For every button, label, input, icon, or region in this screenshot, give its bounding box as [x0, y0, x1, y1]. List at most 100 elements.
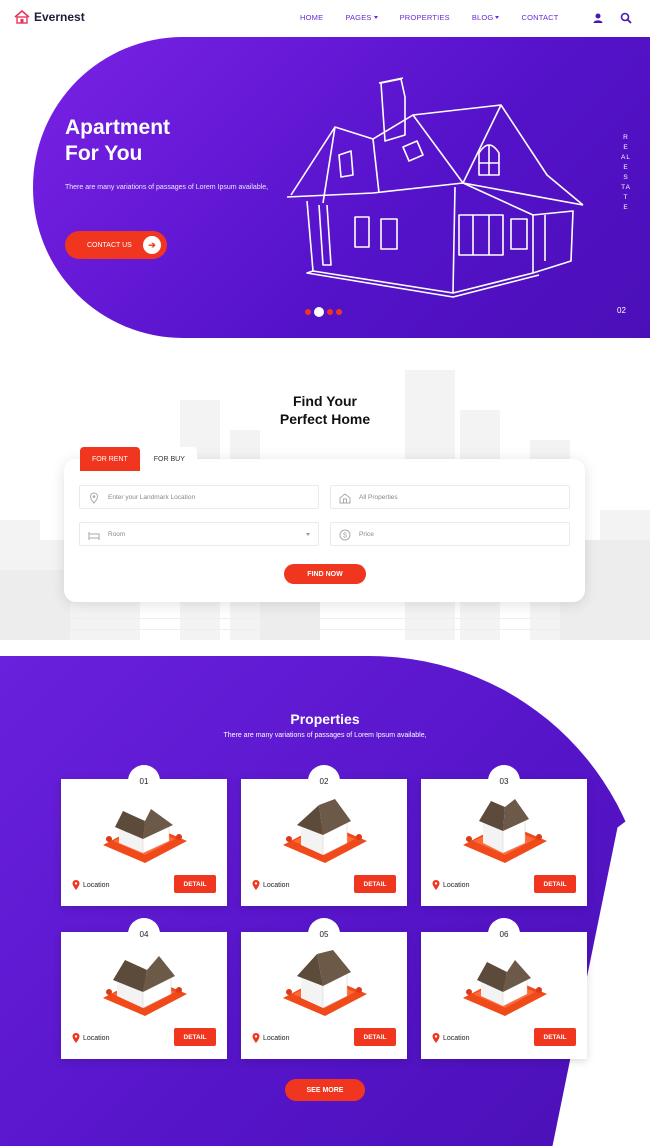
property-card-01[interactable]: 01 Location DETAIL — [61, 765, 227, 906]
property-location: Location — [252, 880, 289, 890]
property-number: 03 — [488, 765, 520, 797]
property-card-03[interactable]: 03 Location DETAIL — [421, 765, 587, 906]
hero-title-line1: Apartment — [65, 116, 171, 139]
building-icon — [339, 493, 351, 504]
hero-title: Apartment For You — [65, 115, 245, 167]
location-field[interactable]: Enter your Landmark Location — [79, 485, 319, 509]
caret-down-icon — [373, 16, 378, 19]
property-location: Location — [252, 1033, 289, 1043]
price-field[interactable]: $ Price — [330, 522, 570, 546]
location-placeholder: Enter your Landmark Location — [108, 493, 196, 501]
property-number: 02 — [308, 765, 340, 797]
nav-home-label: HOME — [300, 13, 324, 22]
tab-for-rent[interactable]: FOR RENT — [80, 447, 140, 471]
property-type-value: All Properties — [359, 493, 398, 501]
slider-dot-2[interactable] — [314, 307, 324, 317]
property-location: Location — [72, 1033, 109, 1043]
property-type-select[interactable]: All Properties — [330, 485, 570, 509]
section-divider — [0, 618, 650, 630]
property-card-02[interactable]: 02 Location DETAIL — [241, 765, 407, 906]
chevron-down-icon — [306, 533, 310, 536]
property-number: 04 — [128, 918, 160, 950]
hero-title-line2: For You — [65, 142, 143, 165]
svg-text:$: $ — [343, 533, 347, 540]
isometric-house-image — [283, 950, 367, 1016]
house-outline-illustration — [286, 77, 584, 298]
property-number: 05 — [308, 918, 340, 950]
property-number: 06 — [488, 918, 520, 950]
bed-icon — [88, 532, 100, 540]
user-icon[interactable] — [592, 12, 604, 24]
property-card-04[interactable]: 04 Location DETAIL — [61, 918, 227, 1059]
logo[interactable]: Evernest — [14, 10, 85, 24]
property-location: Location — [432, 880, 469, 890]
hero-banner: Apartment For You There are many variati… — [33, 37, 650, 338]
page: Evernest HOME PAGES PROPERTIES BLOG CONT… — [0, 0, 650, 1146]
location-label: Location — [443, 881, 470, 889]
main-nav: HOME PAGES PROPERTIES BLOG CONTACT — [300, 13, 581, 22]
properties-subtitle: There are many variations of passages of… — [223, 732, 427, 739]
property-location: Location — [432, 1033, 469, 1043]
location-pin-icon — [432, 880, 440, 890]
location-label: Location — [263, 881, 290, 889]
contact-us-button[interactable]: CONTACT US ➔ — [65, 231, 167, 259]
detail-button[interactable]: DETAIL — [174, 1028, 216, 1046]
header: Evernest HOME PAGES PROPERTIES BLOG CONT… — [0, 0, 650, 36]
location-label: Location — [263, 1034, 290, 1042]
nav-properties[interactable]: PROPERTIES — [400, 13, 450, 22]
location-pin-icon — [72, 880, 80, 890]
find-now-button[interactable]: FIND NOW — [284, 564, 366, 584]
room-select[interactable]: Room — [79, 522, 319, 546]
properties-title: Properties — [290, 711, 360, 727]
detail-button[interactable]: DETAIL — [174, 875, 216, 893]
property-card-06[interactable]: 06 Location DETAIL — [421, 918, 587, 1059]
slide-number: 02 — [617, 306, 626, 315]
search-tabs: FOR RENT FOR BUY — [80, 447, 197, 471]
isometric-house-image — [463, 960, 547, 1016]
nav-properties-label: PROPERTIES — [399, 13, 450, 22]
location-pin-icon — [72, 1033, 80, 1043]
room-value: Room — [108, 530, 126, 538]
detail-button[interactable]: DETAIL — [354, 875, 396, 893]
slider-dot-1[interactable] — [305, 309, 311, 315]
isometric-house-image — [103, 956, 187, 1016]
nav-blog[interactable]: BLOG — [472, 13, 500, 22]
detail-button[interactable]: DETAIL — [534, 1028, 576, 1046]
slider-dot-4[interactable] — [336, 309, 342, 315]
contact-us-label: CONTACT US — [87, 241, 132, 249]
tab-for-buy[interactable]: FOR BUY — [141, 447, 197, 471]
vertical-realestate-text: REALESTATE — [621, 134, 631, 211]
location-label: Location — [443, 1034, 470, 1042]
location-pin-icon — [432, 1033, 440, 1043]
find-title-line2: Perfect Home — [279, 411, 371, 427]
nav-contact[interactable]: CONTACT — [521, 13, 558, 22]
isometric-house-image — [283, 799, 367, 863]
caret-down-icon — [495, 16, 500, 19]
search-form-card: Enter your Landmark Location All Propert… — [64, 459, 585, 602]
detail-button[interactable]: DETAIL — [534, 875, 576, 893]
nav-pages-label: PAGES — [345, 13, 372, 22]
nav-contact-label: CONTACT — [521, 13, 559, 22]
search-icon[interactable] — [620, 12, 632, 24]
dollar-icon: $ — [339, 529, 351, 541]
see-more-button[interactable]: SEE MORE — [285, 1079, 365, 1101]
price-placeholder: Price — [359, 530, 374, 538]
property-card-05[interactable]: 05 Location DETAIL — [241, 918, 407, 1059]
property-number: 01 — [128, 765, 160, 797]
location-pin-icon — [89, 492, 99, 504]
house-logo-icon — [14, 10, 30, 24]
location-label: Location — [83, 1034, 110, 1042]
find-home-title: Find Your Perfect Home — [0, 392, 650, 428]
property-location: Location — [72, 880, 109, 890]
location-pin-icon — [252, 1033, 260, 1043]
isometric-house-image — [463, 799, 547, 863]
nav-pages[interactable]: PAGES — [345, 13, 378, 22]
detail-button[interactable]: DETAIL — [354, 1028, 396, 1046]
arrow-right-icon: ➔ — [143, 236, 161, 254]
nav-home[interactable]: HOME — [300, 13, 323, 22]
location-pin-icon — [252, 880, 260, 890]
slider-dots — [305, 307, 342, 317]
find-title-line1: Find Your — [292, 393, 358, 409]
slider-dot-3[interactable] — [327, 309, 333, 315]
location-label: Location — [83, 881, 110, 889]
